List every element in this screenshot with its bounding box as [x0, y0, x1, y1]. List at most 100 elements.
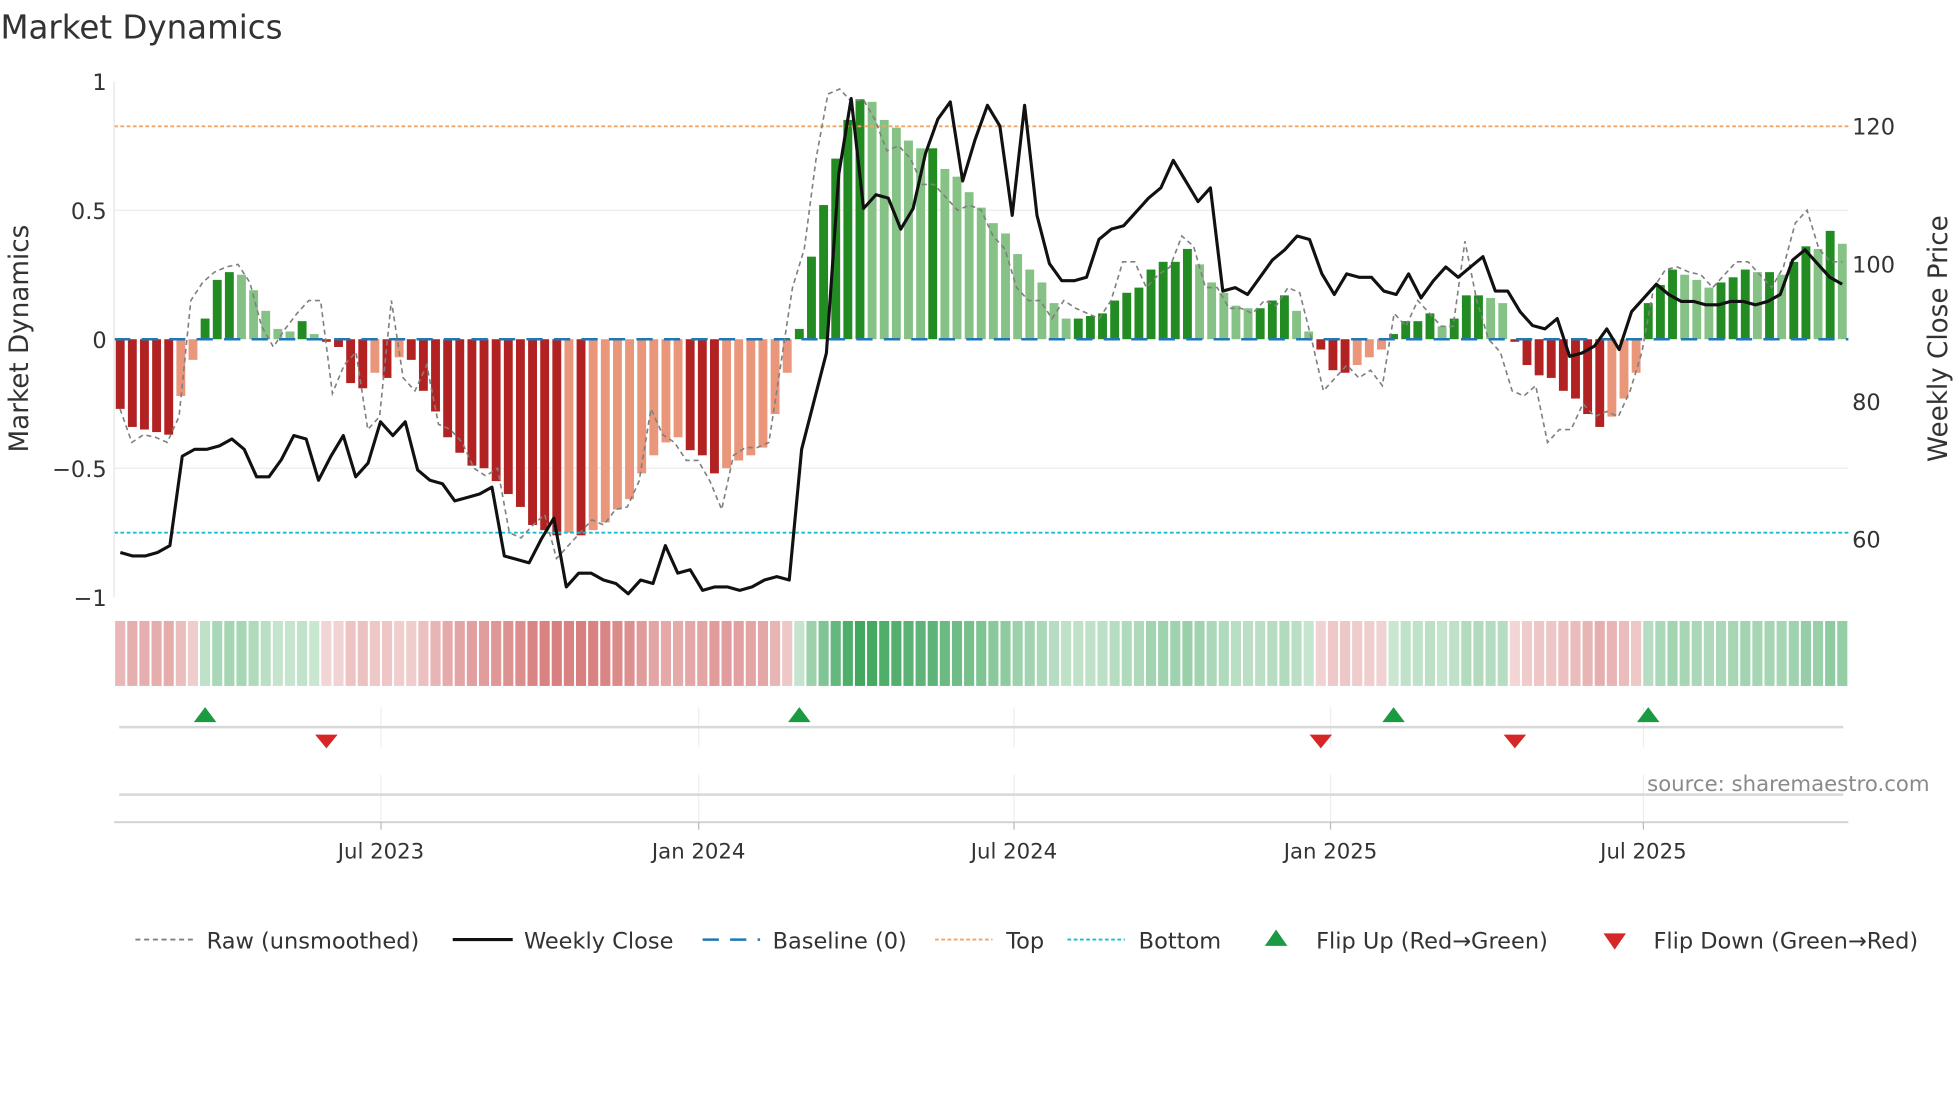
regime-strip-cell — [236, 620, 247, 686]
regime-strip-cell — [1133, 620, 1144, 686]
regime-strip-cell — [1643, 620, 1654, 686]
regime-strip-cell — [1485, 620, 1496, 686]
momentum-bar — [1413, 321, 1423, 340]
regime-strip-cell — [782, 620, 793, 686]
y2-tick-label: 60 — [1852, 527, 1881, 553]
momentum-bar — [115, 339, 125, 409]
regime-strip-cell — [1230, 620, 1241, 686]
momentum-bar — [152, 339, 162, 433]
regime-strip-cell — [1315, 620, 1326, 686]
regime-strip-cell — [830, 620, 841, 686]
regime-strip-cell — [1109, 620, 1120, 686]
momentum-bar — [564, 339, 574, 533]
momentum-bar — [843, 119, 853, 340]
momentum-bar — [515, 339, 525, 507]
regime-strip-cell — [588, 620, 599, 686]
momentum-bar — [1607, 339, 1617, 417]
y2-tick-label: 80 — [1852, 390, 1881, 416]
regime-strip-cell — [1740, 620, 1751, 686]
regime-strip-cell — [1291, 620, 1302, 686]
regime-strip-cell — [527, 620, 538, 686]
market-dynamics-chart: Market Dynamics Market Dynamics Weekly C… — [0, 9, 1954, 955]
momentum-bar — [1522, 339, 1532, 366]
momentum-bar — [431, 339, 440, 412]
regime-strip-cell — [1340, 620, 1351, 686]
regime-strip-cell — [1497, 620, 1508, 686]
momentum-bar — [1425, 313, 1435, 340]
regime-strip-cell — [624, 620, 635, 686]
momentum-bar — [1219, 292, 1229, 340]
x-tick-label: Jul 2023 — [336, 839, 424, 864]
momentum-bar — [540, 339, 550, 531]
regime-strip-cell — [369, 620, 380, 686]
regime-strip-cell — [1728, 620, 1739, 686]
momentum-bar — [1728, 277, 1738, 340]
regime-strip-cell — [491, 620, 502, 686]
regime-strip-cell — [515, 620, 526, 686]
regime-strip-cell — [127, 620, 138, 686]
regime-strip-cell — [854, 620, 866, 686]
x-tick-label: Jul 2024 — [969, 839, 1057, 864]
momentum-bar — [1134, 287, 1144, 340]
regime-strip — [115, 620, 1848, 686]
y2-axis-label: Weekly Close Price — [1924, 215, 1954, 462]
regime-strip-cell — [1631, 620, 1642, 686]
regime-strip-cell — [1279, 620, 1290, 686]
y2-tick-label: 120 — [1852, 115, 1895, 141]
momentum-bar — [1025, 269, 1035, 340]
momentum-bar — [1073, 318, 1083, 340]
momentum-bar — [261, 310, 271, 340]
momentum-bar — [819, 205, 829, 340]
regime-strip-cell — [600, 620, 611, 686]
momentum-bar — [528, 339, 537, 525]
regime-strip-cell — [260, 620, 271, 686]
regime-strip-cell — [1061, 620, 1072, 686]
momentum-bar — [685, 339, 695, 451]
y-tick-label: 0.5 — [71, 199, 107, 225]
legend-flip-down-label: Flip Down (Green→Red) — [1653, 928, 1918, 954]
momentum-bar — [879, 119, 889, 340]
regime-strip-cell — [1255, 620, 1266, 686]
regime-strip-cell — [709, 620, 720, 686]
regime-strip-cell — [333, 620, 344, 686]
regime-strip-cell — [1582, 620, 1593, 686]
momentum-bar — [1255, 308, 1265, 340]
regime-strip-cell — [1085, 620, 1096, 686]
legend-baseline-label: Baseline (0) — [773, 928, 907, 954]
regime-strip-cell — [1837, 620, 1848, 686]
regime-strip-cell — [915, 620, 926, 686]
regime-strip-cell — [1267, 620, 1278, 686]
regime-strip-cell — [1606, 620, 1617, 686]
momentum-bar — [140, 339, 149, 430]
momentum-bar — [1668, 269, 1677, 340]
regime-strip-cell — [187, 620, 199, 686]
regime-strip-cell — [163, 620, 174, 686]
momentum-bar — [794, 328, 804, 340]
momentum-bar — [600, 339, 610, 523]
momentum-bar — [722, 339, 732, 469]
regime-strip-cell — [1364, 620, 1375, 686]
regime-strip-cell — [1400, 620, 1411, 686]
regime-strip-cell — [1145, 620, 1157, 686]
regime-strip-cell — [1788, 620, 1799, 686]
source-label: source: sharemaestro.com — [1647, 772, 1929, 797]
regime-strip-cell — [224, 620, 235, 686]
regime-strip-cell — [770, 620, 781, 686]
momentum-bar — [1279, 295, 1289, 340]
momentum-bar — [1328, 339, 1338, 371]
momentum-bar — [1049, 303, 1059, 340]
momentum-bar — [370, 339, 380, 373]
regime-strip-cell — [697, 620, 708, 686]
momentum-bar — [734, 339, 744, 461]
y-tick-label: 1 — [92, 70, 106, 96]
regime-strip-cell — [1376, 620, 1387, 686]
regime-strip-cell — [1594, 620, 1605, 686]
regime-strip-cell — [1825, 620, 1836, 686]
momentum-bar — [1122, 292, 1132, 340]
regime-strip-cell — [951, 620, 963, 686]
regime-strip-cell — [1182, 620, 1193, 686]
flip-up-marker — [1637, 707, 1660, 723]
regime-strip-cell — [1218, 620, 1229, 686]
regime-strip-cell — [212, 620, 223, 686]
regime-strip-cell — [139, 620, 150, 686]
